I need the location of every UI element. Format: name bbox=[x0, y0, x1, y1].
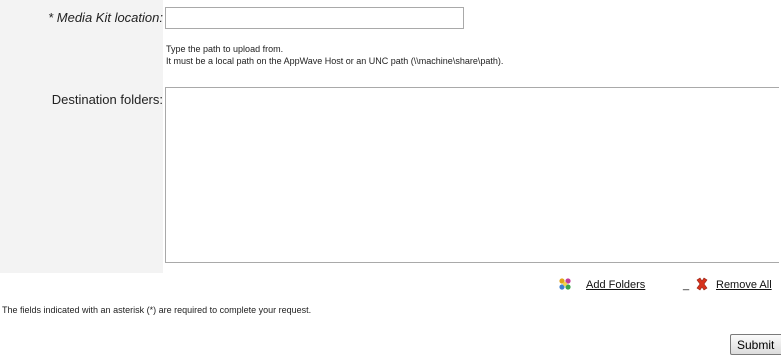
media-kit-help-line-1: Type the path to upload from. bbox=[166, 44, 284, 54]
media-kit-location-label: * Media Kit location: bbox=[48, 10, 163, 25]
remove-all-link[interactable]: Remove All bbox=[716, 279, 772, 291]
red-x-icon[interactable] bbox=[694, 276, 710, 292]
media-kit-help-line-2: It must be a local path on the AppWave H… bbox=[166, 56, 504, 66]
add-folders-link[interactable]: Add Folders bbox=[586, 279, 645, 291]
required-fields-note: The fields indicated with an asterisk (*… bbox=[2, 305, 312, 315]
destination-folders-label: Destination folders: bbox=[51, 92, 163, 107]
add-folders-icon[interactable] bbox=[557, 276, 573, 292]
submit-button[interactable]: Submit bbox=[730, 334, 781, 355]
label-column bbox=[0, 0, 163, 273]
media-kit-location-input[interactable] bbox=[165, 7, 464, 29]
folder-actions: Add Folders _ Remove All bbox=[0, 275, 781, 295]
action-separator: _ bbox=[683, 279, 690, 291]
destination-folders-list[interactable] bbox=[165, 87, 779, 263]
